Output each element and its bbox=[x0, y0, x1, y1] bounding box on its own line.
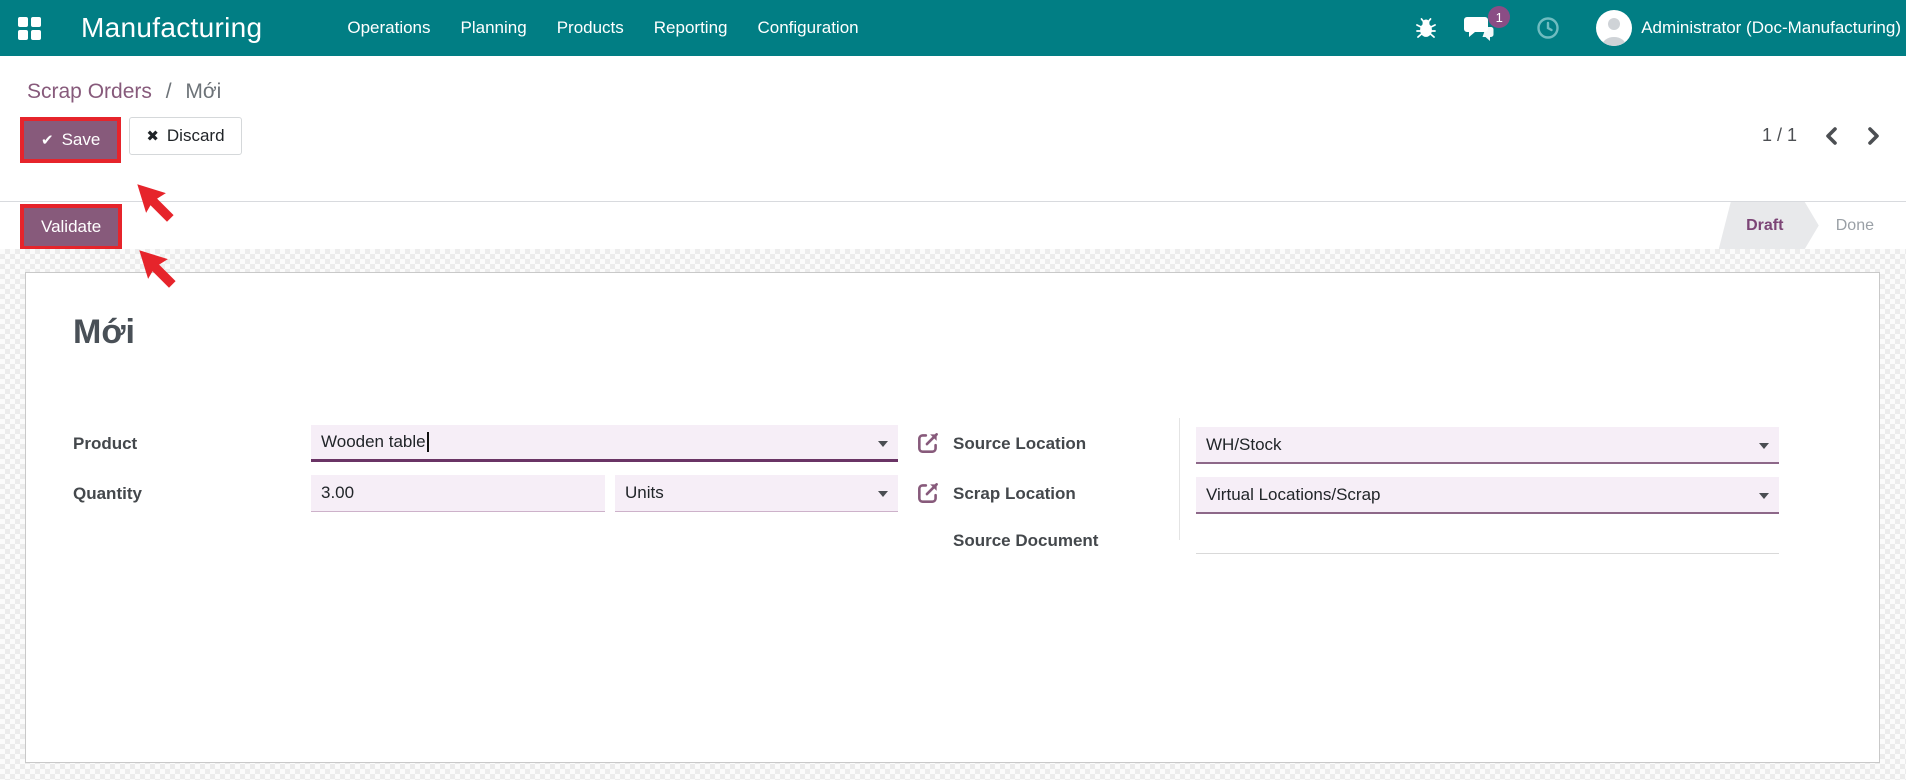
discard-button-label: Discard bbox=[166, 126, 225, 145]
menu-configuration[interactable]: Configuration bbox=[743, 0, 874, 56]
avatar[interactable] bbox=[1596, 10, 1633, 46]
header-systray: 1 Administrator (Doc-Manufacturing) bbox=[1414, 6, 1906, 46]
product-label: Product bbox=[73, 434, 138, 453]
check-icon: ✔ bbox=[41, 132, 54, 149]
messages-count-badge: 1 bbox=[1488, 6, 1511, 28]
source-location-value: WH/Stock bbox=[1206, 434, 1282, 454]
quantity-label: Quantity bbox=[73, 484, 142, 503]
user-menu[interactable]: Administrator (Doc-Manufacturing) bbox=[1641, 18, 1901, 38]
source-document-label: Source Document bbox=[953, 531, 1099, 550]
group-divider bbox=[1179, 418, 1180, 540]
validate-button[interactable]: Validate bbox=[24, 207, 119, 246]
breadcrumb-separator: / bbox=[165, 80, 172, 103]
bug-icon[interactable] bbox=[1414, 16, 1438, 40]
menu-products[interactable]: Products bbox=[542, 0, 639, 56]
source-location-external-link-icon[interactable] bbox=[915, 430, 941, 456]
discard-button[interactable]: ✖ Discard bbox=[129, 117, 242, 155]
pager-previous-button[interactable] bbox=[1824, 126, 1839, 146]
quantity-input[interactable]: 3.00 bbox=[311, 475, 605, 512]
scrap-location-label: Scrap Location bbox=[953, 484, 1076, 503]
activities-clock-icon[interactable] bbox=[1536, 16, 1560, 40]
annotation-cursor-arrow-save bbox=[134, 181, 178, 230]
save-button-label: Save bbox=[61, 130, 101, 149]
product-input[interactable]: Wooden table bbox=[311, 425, 898, 462]
main-menu: Operations Planning Products Reporting C… bbox=[332, 0, 873, 56]
save-highlight-box: ✔ Save bbox=[20, 117, 122, 163]
breadcrumb-scrap-orders[interactable]: Scrap Orders bbox=[27, 80, 152, 103]
save-button[interactable]: ✔ Save bbox=[24, 121, 118, 159]
pager: 1 / 1 bbox=[1762, 125, 1881, 146]
apps-grid-icon[interactable] bbox=[18, 16, 41, 40]
status-stage-done[interactable]: Done bbox=[1819, 202, 1876, 249]
uom-value: Units bbox=[625, 483, 664, 502]
record-title: Mới bbox=[73, 313, 135, 351]
scrap-location-dropdown-caret-icon[interactable] bbox=[1759, 493, 1769, 499]
status-stage-draft[interactable]: Draft bbox=[1719, 202, 1819, 249]
source-location-select[interactable]: WH/Stock bbox=[1196, 427, 1779, 464]
menu-reporting[interactable]: Reporting bbox=[639, 0, 743, 56]
form-view-background: Mới Product Wooden table Quantity 3.00 U… bbox=[0, 249, 1906, 780]
product-dropdown-caret-icon[interactable] bbox=[878, 441, 888, 447]
uom-select[interactable]: Units bbox=[615, 475, 898, 512]
text-cursor bbox=[426, 432, 429, 452]
menu-planning[interactable]: Planning bbox=[446, 0, 542, 56]
scrap-location-select[interactable]: Virtual Locations/Scrap bbox=[1196, 477, 1779, 514]
form-sheet: Mới Product Wooden table Quantity 3.00 U… bbox=[25, 272, 1880, 763]
scrap-location-external-link-icon[interactable] bbox=[915, 480, 941, 506]
source-location-label: Source Location bbox=[953, 434, 1087, 453]
scrap-location-value: Virtual Locations/Scrap bbox=[1206, 484, 1381, 504]
pager-next-button[interactable] bbox=[1866, 126, 1881, 146]
validate-button-label: Validate bbox=[41, 216, 102, 236]
messages-icon[interactable]: 1 bbox=[1464, 6, 1511, 41]
app-title[interactable]: Manufacturing bbox=[81, 12, 262, 44]
pager-count: 1 / 1 bbox=[1761, 125, 1797, 145]
statusbar: Validate Draft Done bbox=[0, 201, 1906, 250]
menu-operations[interactable]: Operations bbox=[332, 0, 445, 56]
uom-dropdown-caret-icon[interactable] bbox=[878, 491, 888, 497]
breadcrumb: Scrap Orders / Mới bbox=[0, 56, 1906, 104]
validate-highlight-box: Validate bbox=[20, 203, 123, 250]
source-document-input[interactable] bbox=[1196, 527, 1779, 554]
source-location-dropdown-caret-icon[interactable] bbox=[1759, 443, 1769, 449]
breadcrumb-current: Mới bbox=[185, 80, 222, 103]
product-value: Wooden table bbox=[321, 432, 426, 451]
top-navbar: Manufacturing Operations Planning Produc… bbox=[0, 0, 1906, 56]
annotation-cursor-arrow-validate bbox=[136, 247, 180, 296]
quantity-value: 3.00 bbox=[321, 483, 355, 502]
control-panel: Scrap Orders / Mới ✔ Save ✖ Discard 1 / … bbox=[0, 56, 1906, 201]
status-stepper: Draft Done bbox=[1719, 202, 1876, 249]
x-icon: ✖ bbox=[146, 128, 159, 145]
